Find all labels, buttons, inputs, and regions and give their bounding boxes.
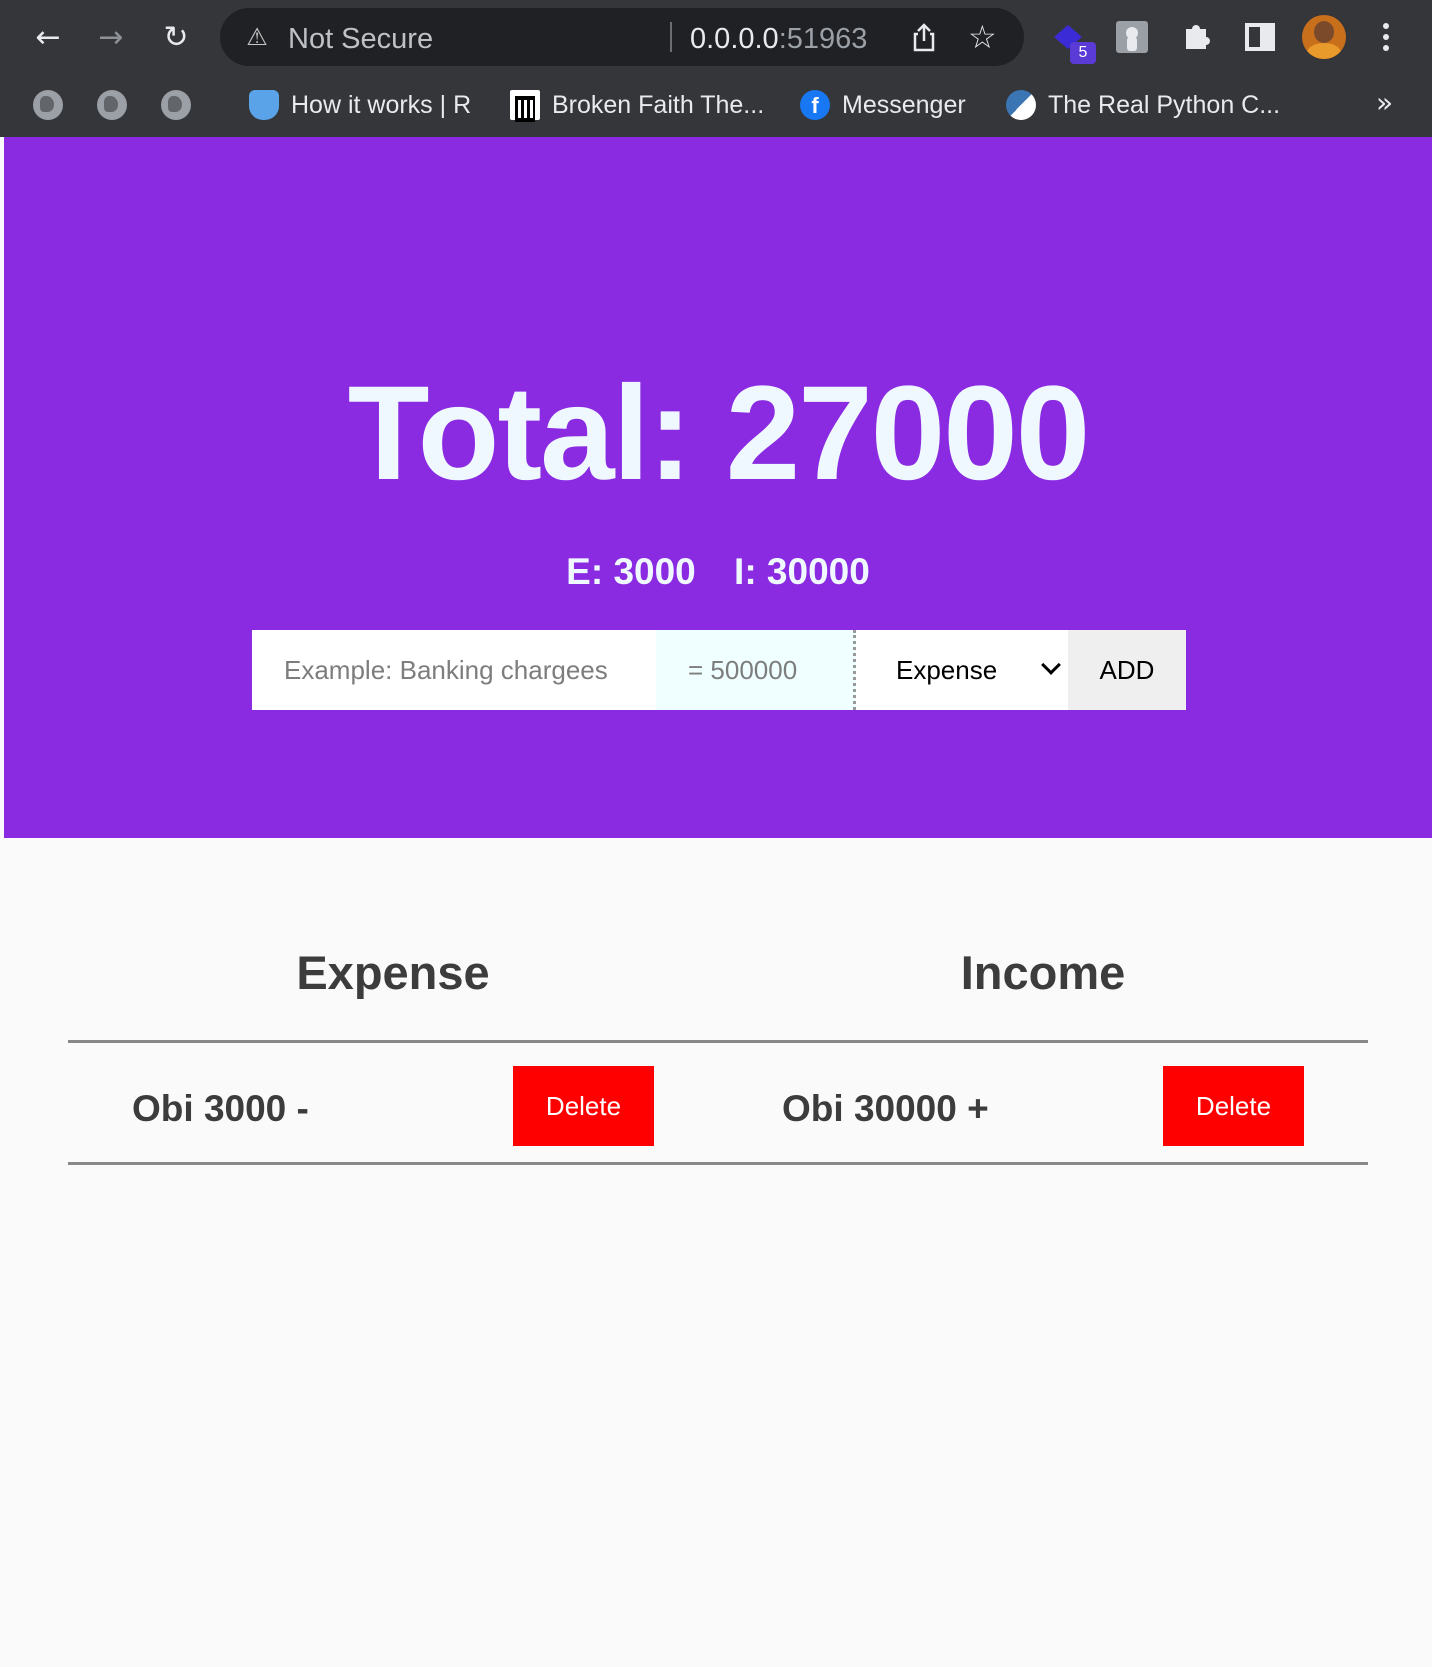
bookmark-label: How it works | R [291, 90, 472, 119]
expense-list-item: Obi 3000 - Delete [68, 1066, 718, 1146]
income-heading: Income [960, 946, 1126, 999]
profile-avatar[interactable] [1302, 15, 1346, 59]
browser-chrome: ← → ↻ ⚠ Not Secure 0.0.0.0:51963 ☆ 5 How… [0, 0, 1432, 137]
income-list-item: Obi 30000 + Delete [718, 1066, 1368, 1146]
bookmarks-bar: How it works | R Broken Faith The... f M… [0, 74, 1432, 137]
address-bar[interactable]: ⚠ Not Secure 0.0.0.0:51963 ☆ [220, 8, 1024, 66]
total-heading: Total: 27000 [347, 359, 1091, 508]
bookmark-item[interactable]: f Messenger [800, 88, 966, 122]
avatar-face [1314, 21, 1334, 43]
expense-summary: E: 3000 [566, 551, 696, 592]
bookmark-label: Broken Faith The... [552, 90, 765, 119]
back-icon[interactable]: ← [28, 17, 68, 57]
share-icon[interactable] [908, 21, 940, 53]
security-label[interactable]: Not Secure [288, 23, 433, 56]
summary-line: E: 3000 I: 30000 [4, 551, 1432, 593]
bookmark-item[interactable]: Broken Faith The... [510, 88, 764, 122]
expense-heading: Expense [296, 946, 490, 999]
python-icon [1006, 90, 1036, 120]
delete-button[interactable]: Delete [513, 1066, 654, 1146]
bookmark-item[interactable]: The Real Python C... [1006, 88, 1280, 122]
messenger-icon: f [800, 90, 830, 120]
bookmark-label: The Real Python C... [1048, 90, 1281, 119]
forward-icon[interactable]: → [91, 17, 131, 57]
globe-icon[interactable] [33, 90, 63, 120]
browser-menu-icon[interactable] [1376, 17, 1396, 57]
shield-icon [249, 90, 279, 120]
url-text[interactable]: 0.0.0.0:51963 [690, 23, 867, 56]
warning-icon[interactable]: ⚠ [242, 22, 272, 52]
more-bookmarks-icon[interactable]: » [1376, 86, 1393, 119]
extension-badge: 5 [1070, 42, 1096, 64]
type-select-value: Expense [896, 654, 998, 685]
reload-icon[interactable]: ↻ [156, 17, 196, 57]
globe-icon[interactable] [161, 90, 191, 120]
amount-input[interactable] [656, 630, 856, 710]
add-button[interactable]: ADD [1068, 630, 1186, 710]
add-entry-form: Expense ADD [252, 630, 1186, 710]
touch-extension-icon[interactable] [1112, 17, 1152, 57]
side-panel-icon[interactable] [1240, 17, 1280, 57]
income-summary: I: 30000 [734, 551, 870, 592]
globe-icon[interactable] [97, 90, 127, 120]
divider [68, 1162, 1368, 1165]
bookmark-star-icon[interactable]: ☆ [968, 18, 997, 56]
type-select[interactable]: Expense [856, 630, 1068, 710]
avatar-body [1307, 43, 1341, 59]
address-divider [670, 22, 672, 52]
chevron-down-icon [1041, 655, 1061, 675]
description-input[interactable] [252, 630, 656, 710]
browser-toolbar: ← → ↻ ⚠ Not Secure 0.0.0.0:51963 ☆ 5 [0, 0, 1432, 74]
expense-item-label: Obi 3000 - [132, 1088, 309, 1129]
puzzle-icon[interactable] [1176, 17, 1216, 57]
bookmark-label: Messenger [842, 90, 966, 119]
bookmark-item[interactable]: How it works | R [249, 88, 471, 122]
income-item-label: Obi 30000 + [782, 1088, 989, 1129]
delete-button[interactable]: Delete [1163, 1066, 1304, 1146]
bank-icon [510, 90, 540, 122]
divider [68, 1040, 1368, 1043]
summary-header: Total: 27000 E: 3000 I: 30000 Expense AD… [4, 137, 1432, 838]
